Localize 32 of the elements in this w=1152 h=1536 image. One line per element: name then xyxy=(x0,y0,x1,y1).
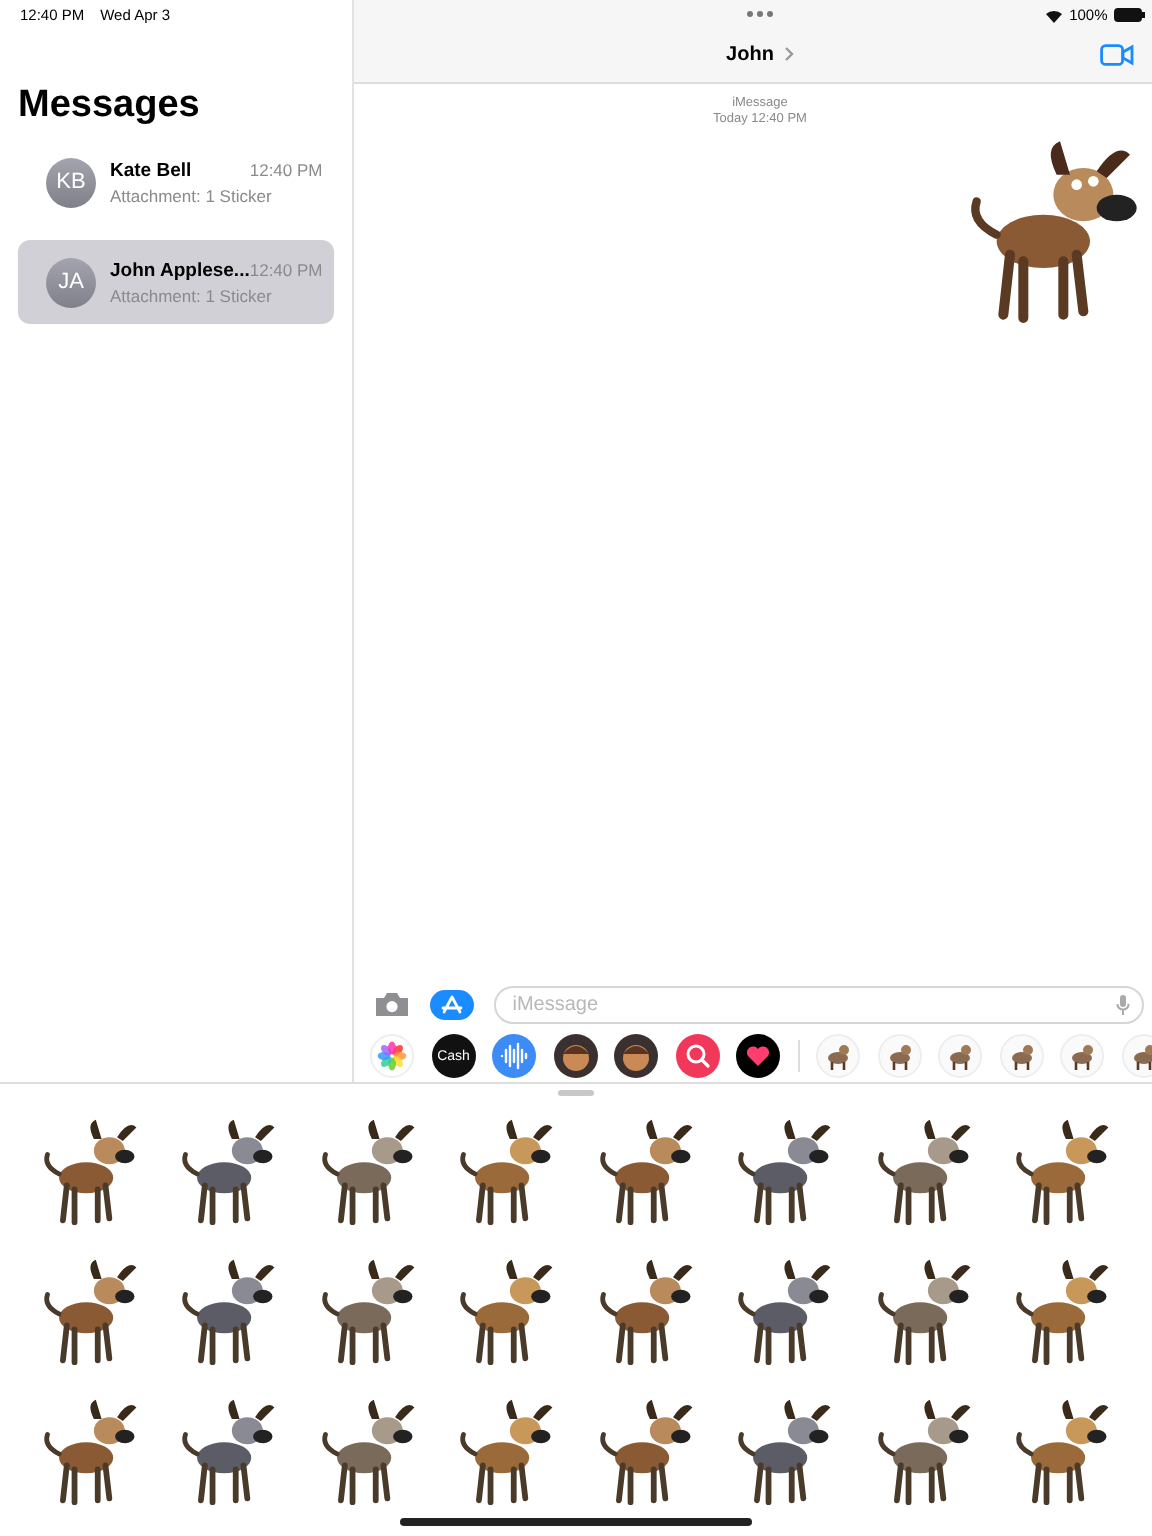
sticker-pack-icon[interactable] xyxy=(938,1034,983,1078)
message-input-field[interactable]: iMessage xyxy=(494,985,1144,1023)
battery-icon xyxy=(1113,8,1146,22)
app-store-icon[interactable] xyxy=(430,989,475,1019)
image-search-icon[interactable] xyxy=(675,1034,720,1078)
avatar: KB xyxy=(46,157,96,207)
chevron-icon[interactable] xyxy=(783,46,794,62)
contact-name: John Applese... xyxy=(110,259,250,281)
video-call-icon[interactable] xyxy=(1099,44,1134,66)
digital-touch-icon[interactable] xyxy=(736,1034,781,1078)
sidebar-title: Messages xyxy=(18,84,202,128)
more-icon[interactable] xyxy=(746,10,774,18)
memoji-icon[interactable] xyxy=(553,1034,598,1078)
message-time: 12:40 PM xyxy=(249,259,323,279)
message-preview: Attachment: 1 Sticker xyxy=(110,285,274,305)
conversation-item[interactable]: JA John Applese...12:40 PM Attachment: 1 Sticker xyxy=(18,240,335,324)
audio-message-icon[interactable] xyxy=(492,1034,537,1078)
sticker-pack-icon[interactable] xyxy=(1121,1034,1152,1078)
sticker-pack-icon[interactable] xyxy=(1060,1034,1105,1078)
sticker-pack-icon[interactable] xyxy=(816,1034,861,1078)
camera-icon[interactable] xyxy=(374,990,411,1018)
memoji-icon[interactable] xyxy=(614,1034,659,1078)
sticker-pack-icon[interactable] xyxy=(999,1034,1044,1078)
wifi-icon xyxy=(1043,7,1064,23)
message-time: 12:40 PM xyxy=(249,159,323,179)
sticker-pack-icon[interactable] xyxy=(877,1034,922,1078)
contact-title[interactable]: John xyxy=(726,43,774,65)
contact-name: Kate Bell xyxy=(110,159,192,181)
avatar: JA xyxy=(46,257,96,307)
conversation-item[interactable]: KB Kate Bell 12:40 PM Attachment: 1 Sticker xyxy=(18,140,335,224)
photos-app-icon[interactable] xyxy=(370,1034,415,1078)
message-preview: Attachment: 1 Sticker xyxy=(110,185,274,205)
